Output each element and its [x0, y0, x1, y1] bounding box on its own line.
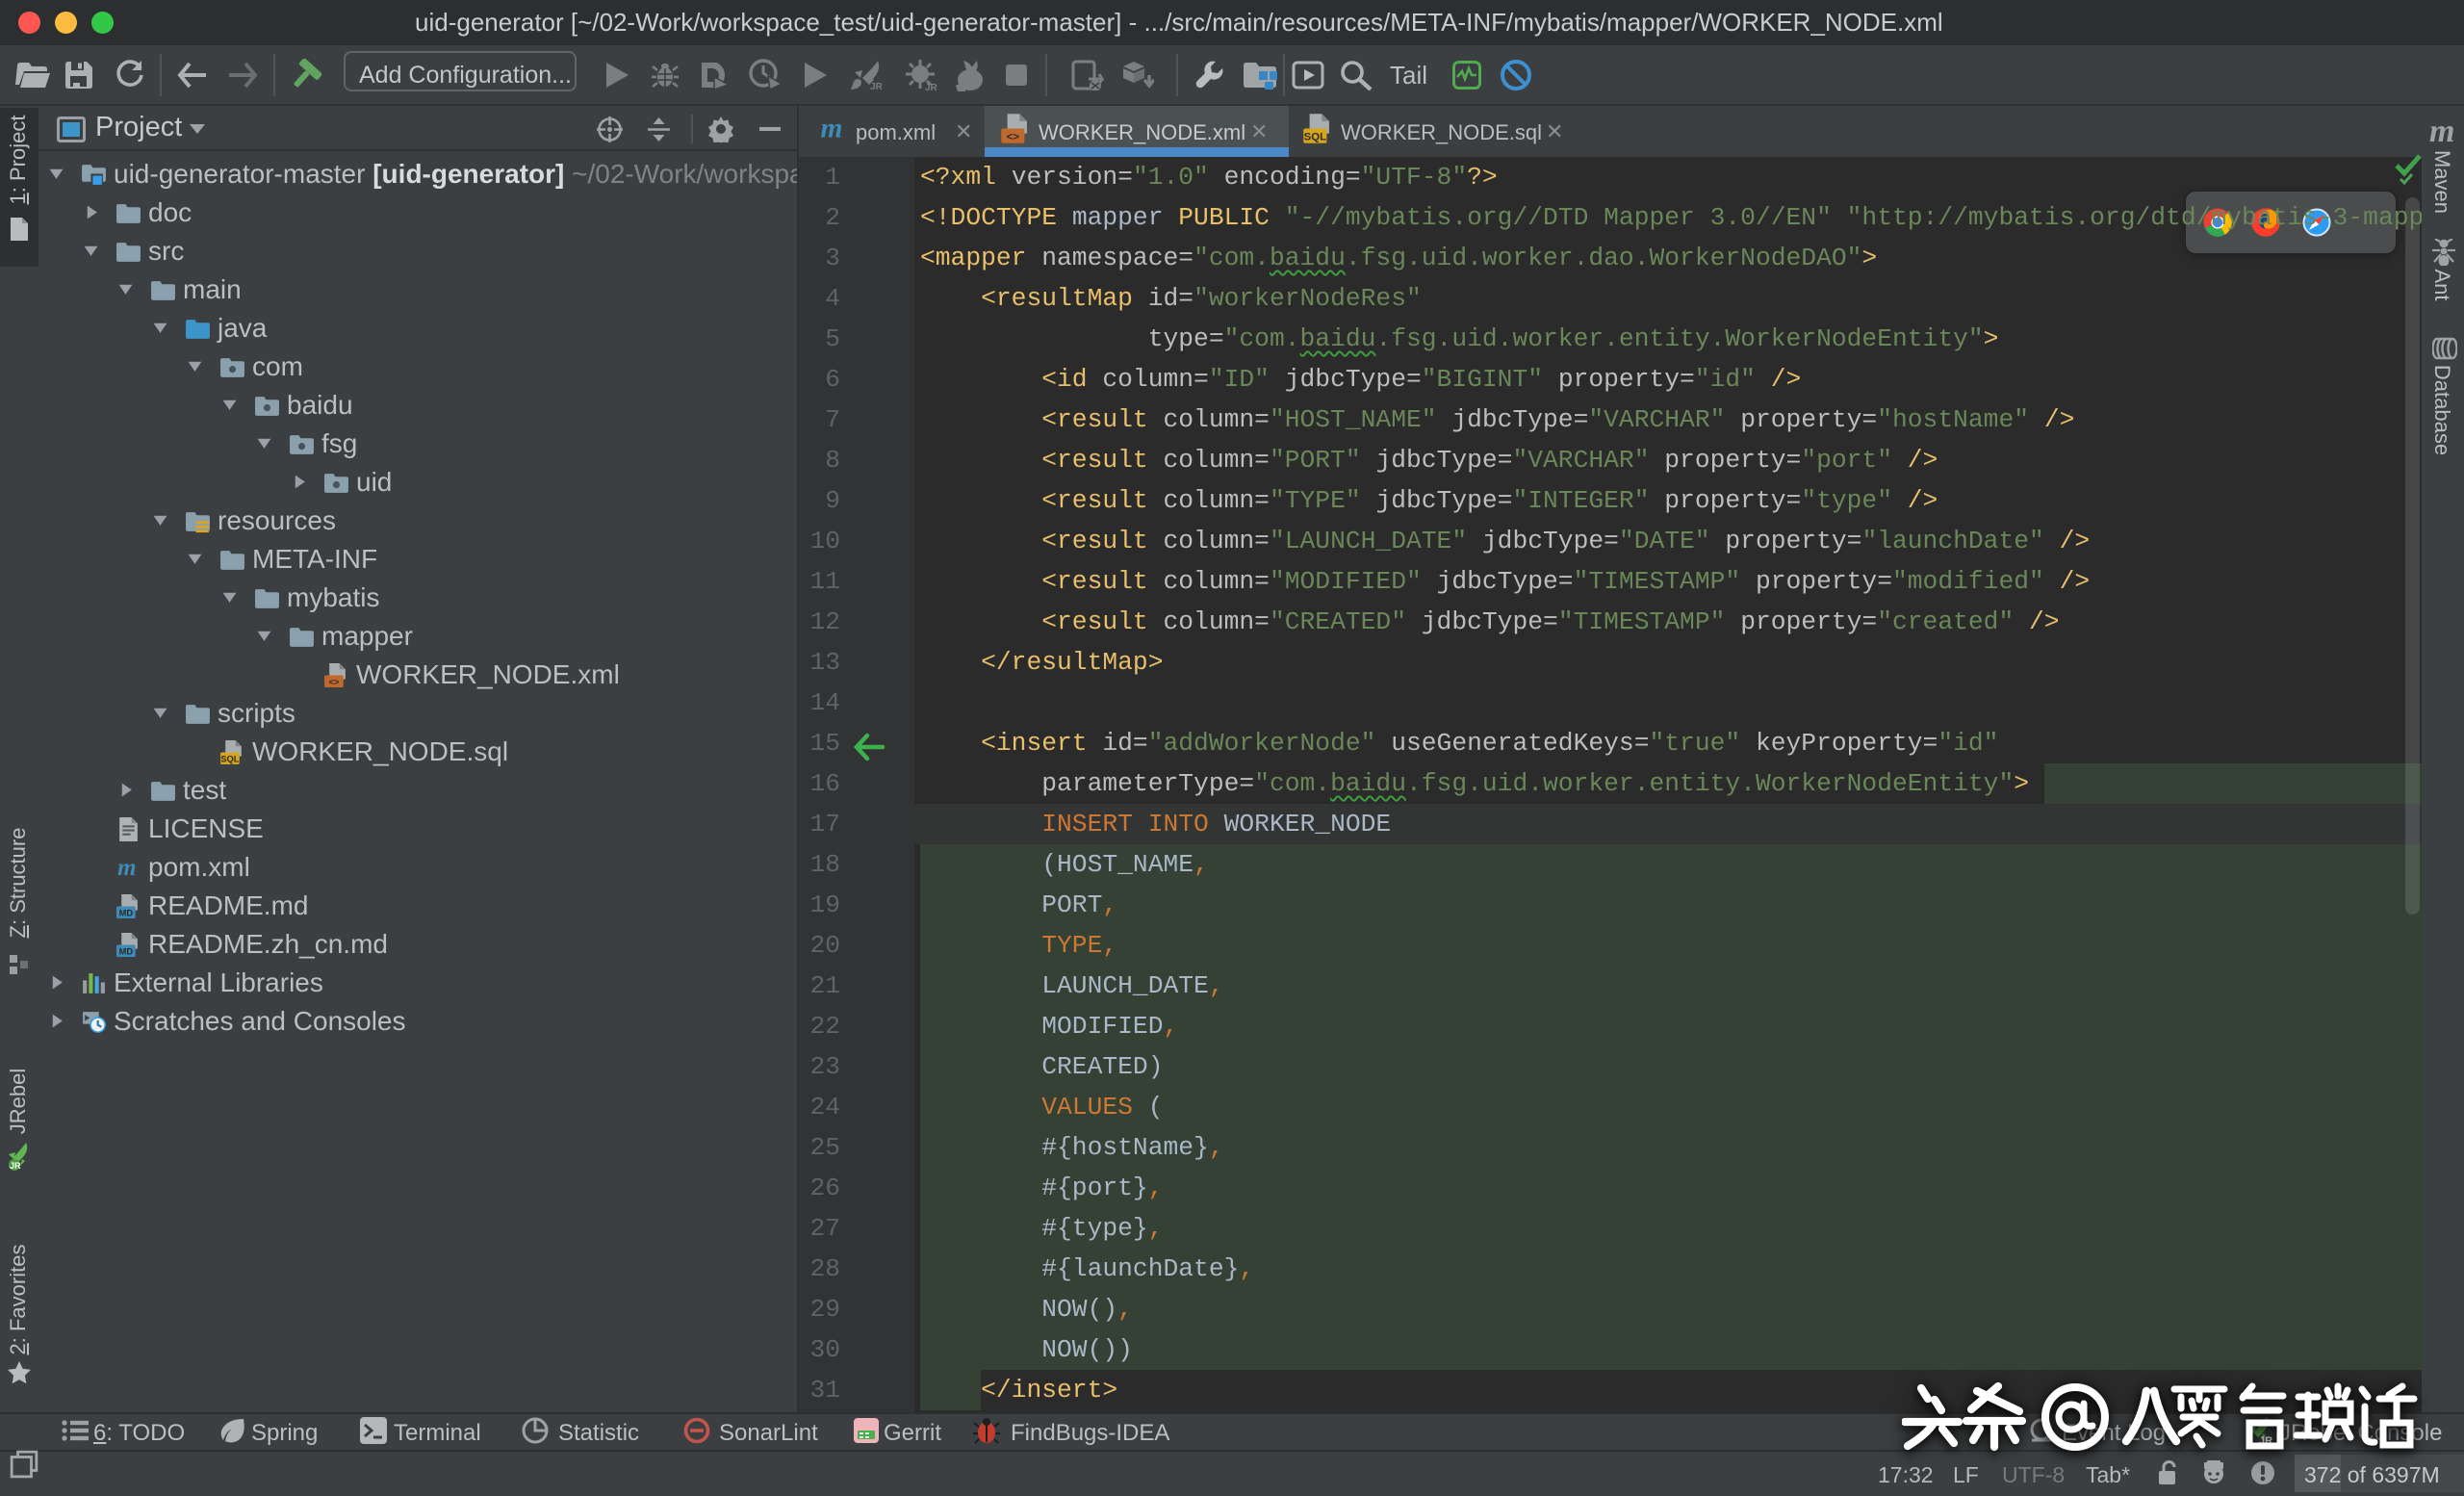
svg-text:m: m [117, 855, 136, 881]
svg-text:SQL: SQL [220, 754, 239, 763]
svg-text:JR: JR [10, 1161, 21, 1171]
svg-text:m: m [820, 114, 842, 144]
svg-text:JR: JR [870, 82, 884, 91]
svg-text:JR: JR [925, 83, 938, 92]
svg-text:<>: <> [1007, 132, 1020, 143]
svg-text:SQL: SQL [1304, 132, 1326, 143]
svg-text:MD: MD [119, 946, 134, 956]
svg-text:<>: <> [328, 677, 339, 686]
svg-text:MD: MD [119, 908, 134, 917]
